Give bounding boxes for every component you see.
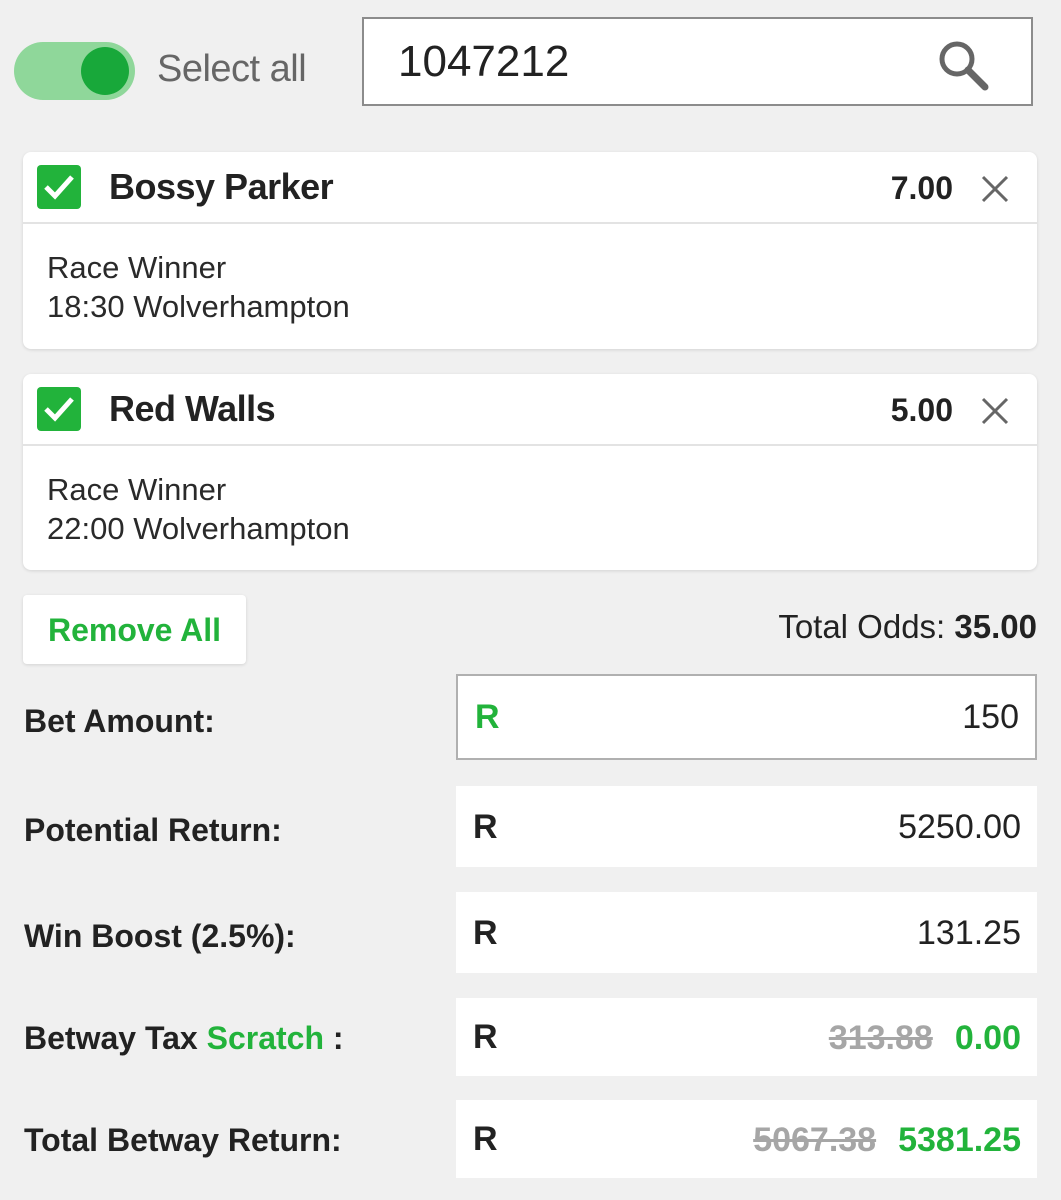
tax-label-suffix: : <box>332 1020 344 1056</box>
bet-amount-input[interactable]: 150 <box>962 698 1019 737</box>
remove-all-button[interactable]: Remove All <box>23 595 246 664</box>
tax-new-value: 0.00 <box>954 1019 1021 1057</box>
currency-symbol: R <box>473 808 498 846</box>
select-all-label[interactable]: Select all <box>157 48 307 91</box>
tax-label-prefix: Betway Tax <box>24 1020 198 1056</box>
selection-header: Bossy Parker 7.00 <box>23 152 1037 224</box>
potential-return-label: Potential Return: <box>24 812 282 848</box>
toggle-knob <box>81 47 129 95</box>
currency-symbol: R <box>473 914 498 952</box>
selection-details: Race Winner 18:30 Wolverhampton <box>23 224 1037 326</box>
currency-symbol: R <box>473 1018 498 1056</box>
tax-values: 313.88 0.00 <box>829 1019 1021 1058</box>
close-icon[interactable] <box>980 174 1010 204</box>
selection-card: Red Walls 5.00 Race Winner 22:00 Wolverh… <box>23 374 1037 570</box>
select-all-toggle[interactable] <box>14 42 135 100</box>
selection-checkbox[interactable] <box>37 387 81 431</box>
betslip-header: Select all <box>0 0 1061 130</box>
selection-name: Bossy Parker <box>109 166 334 207</box>
potential-return-field: R 5250.00 <box>456 786 1037 867</box>
selection-checkbox[interactable] <box>37 165 81 209</box>
selection-details: Race Winner 22:00 Wolverhampton <box>23 446 1037 548</box>
tax-old-value: 313.88 <box>828 1019 933 1057</box>
total-return-new-value: 5381.25 <box>898 1121 1021 1159</box>
total-return-label: Total Betway Return: <box>24 1122 342 1158</box>
potential-return-value: 5250.00 <box>898 808 1021 846</box>
check-icon <box>44 397 74 422</box>
win-boost-value: 131.25 <box>917 914 1021 952</box>
search-input[interactable] <box>398 33 918 91</box>
close-icon[interactable] <box>980 396 1010 426</box>
tax-scratch-label: Betway Tax Scratch : <box>24 1020 344 1057</box>
bet-amount-field[interactable]: R 150 <box>456 674 1037 760</box>
total-odds-label: Total Odds: <box>778 608 946 645</box>
selection-name: Red Walls <box>109 388 276 429</box>
selection-odds: 7.00 <box>890 170 953 206</box>
selection-event: 18:30 Wolverhampton <box>47 289 350 324</box>
selection-header: Red Walls 5.00 <box>23 374 1037 446</box>
selection-event: 22:00 Wolverhampton <box>47 511 350 546</box>
currency-symbol: R <box>473 1120 498 1158</box>
total-odds-value: 35.00 <box>954 608 1037 645</box>
total-odds: Total Odds: 35.00 <box>778 608 1037 646</box>
total-return-field: R 5067.38 5381.25 <box>456 1100 1037 1178</box>
search-box[interactable] <box>362 17 1033 106</box>
bet-amount-label: Bet Amount: <box>24 703 215 739</box>
search-icon[interactable] <box>935 37 991 93</box>
selection-card: Bossy Parker 7.00 Race Winner 18:30 Wolv… <box>23 152 1037 349</box>
win-boost-label: Win Boost (2.5%): <box>24 918 296 954</box>
selection-odds: 5.00 <box>890 392 953 428</box>
tax-label-highlight: Scratch <box>206 1020 324 1056</box>
selection-market: Race Winner <box>47 250 227 285</box>
total-return-old-value: 5067.38 <box>753 1121 877 1159</box>
check-icon <box>44 175 74 200</box>
currency-symbol: R <box>475 698 500 736</box>
selection-market: Race Winner <box>47 472 227 507</box>
total-return-values: 5067.38 5381.25 <box>753 1121 1021 1160</box>
tax-scratch-field: R 313.88 0.00 <box>456 998 1037 1076</box>
win-boost-field: R 131.25 <box>456 892 1037 973</box>
